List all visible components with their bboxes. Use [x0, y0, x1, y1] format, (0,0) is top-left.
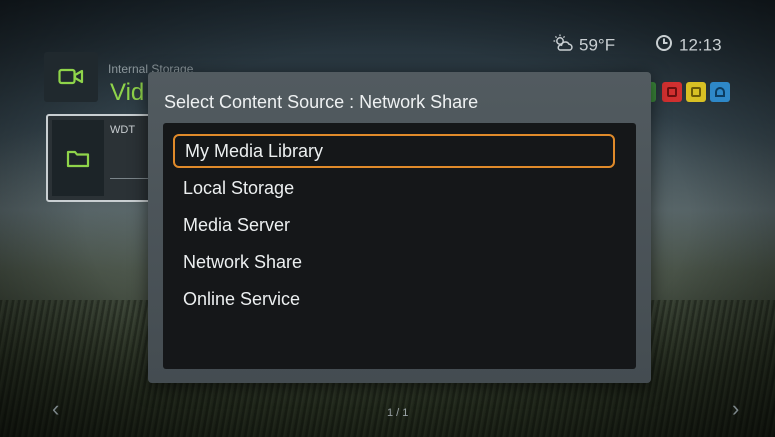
menu-item-my-media-library[interactable]: My Media Library [173, 134, 615, 168]
menu-item-network-share[interactable]: Network Share [183, 244, 302, 280]
nav-right-arrow[interactable]: › [732, 396, 739, 422]
blue-button-icon [715, 87, 725, 97]
page-indicator: 1 / 1 [387, 407, 409, 419]
folder-icon [66, 150, 90, 168]
red-button[interactable] [662, 82, 682, 102]
menu-item-local-storage[interactable]: Local Storage [183, 170, 294, 206]
content-source-dialog: Select Content Source : Network Share My… [148, 72, 651, 383]
clock-icon [655, 34, 673, 57]
video-camera-icon [58, 68, 84, 85]
red-button-icon [667, 87, 677, 97]
clock-status: 12:13 [655, 34, 722, 57]
folder-name: WDT [110, 124, 136, 136]
cloud-sun-icon [553, 34, 573, 57]
menu-item-online-service[interactable]: Online Service [183, 281, 300, 317]
weather-status: 59°F [553, 34, 615, 57]
section-title: Vid [110, 79, 145, 106]
yellow-button-icon [691, 87, 701, 97]
time-text: 12:13 [679, 35, 722, 55]
folder-item[interactable]: WDT [46, 114, 160, 202]
temperature-text: 59°F [579, 35, 616, 55]
folder-tile [52, 120, 104, 196]
menu-item-media-server[interactable]: Media Server [183, 207, 290, 243]
nav-left-arrow[interactable]: ‹ [52, 396, 59, 422]
content-source-list: My Media Library Local Storage Media Ser… [163, 123, 636, 369]
video-category-tile[interactable] [44, 52, 98, 102]
yellow-button[interactable] [686, 82, 706, 102]
blue-button[interactable] [710, 82, 730, 102]
dialog-title: Select Content Source : Network Share [164, 92, 479, 112]
